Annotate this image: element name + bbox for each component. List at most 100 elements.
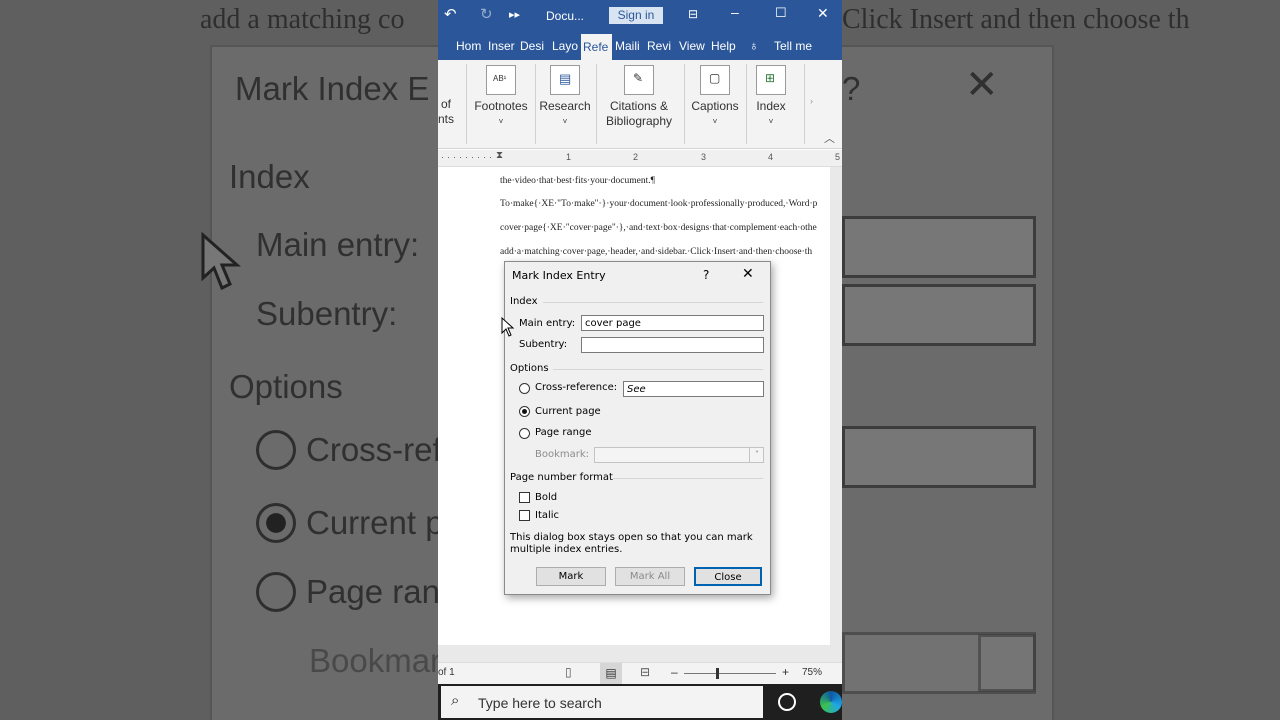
ribbon-scroll-right-icon[interactable]: › <box>810 96 813 106</box>
chevron-down-icon: ˅ <box>562 117 568 126</box>
doc-line[interactable]: cover·page{·XE·"cover·page"·},·and·text·… <box>500 223 830 233</box>
captions-label: Captions <box>691 99 739 113</box>
ribbon-separator <box>596 64 597 144</box>
divider <box>543 302 763 303</box>
bg-close-icon: ✕ <box>965 63 999 107</box>
close-window-icon[interactable]: ✕ <box>817 5 829 22</box>
research-group[interactable]: ▤ Research ˅ <box>538 60 592 129</box>
bibliography-label: Bibliography <box>605 114 673 128</box>
read-mode-icon[interactable]: ▯ <box>565 665 572 679</box>
collapse-ribbon-icon[interactable]: ︿ <box>824 130 835 146</box>
doc-line[interactable]: To·make{·XE·"To·make"·}·your·document·lo… <box>500 199 830 209</box>
zoom-in-icon[interactable]: + <box>782 665 789 679</box>
cross-reference-radio[interactable] <box>519 383 530 394</box>
ribbon-separator <box>684 64 685 144</box>
bookmark-select[interactable] <box>594 447 764 463</box>
tell-me-search[interactable]: Tell me <box>774 39 812 53</box>
search-icon: ⌕ <box>451 692 460 709</box>
page-range-radio[interactable] <box>519 428 530 439</box>
options-section-label: Options <box>510 363 549 374</box>
tab-review[interactable]: Revi <box>647 39 672 53</box>
bold-checkbox[interactable] <box>519 492 530 503</box>
close-dialog-icon[interactable]: ✕ <box>742 266 754 282</box>
tab-design[interactable]: Desi <box>520 39 545 53</box>
dialog-note-line2: multiple index entries. <box>510 544 623 555</box>
captions-group[interactable]: ▢ Captions ˅ <box>688 60 742 129</box>
chevron-down-icon: ˅ <box>712 117 718 126</box>
chevron-down-icon: ˅ <box>498 117 504 126</box>
page-info[interactable]: of 1 <box>438 667 455 678</box>
cross-reference-input[interactable]: See <box>623 381 764 397</box>
maximize-icon[interactable]: ☐ <box>775 5 787 21</box>
redo-icon[interactable]: ↻ <box>480 5 493 23</box>
bold-label: Bold <box>535 492 558 503</box>
tab-help[interactable]: Help <box>711 39 736 53</box>
word-window: ↶ ↻ ▸▸ Docu... Sign in ⊟ – ☐ ✕ Hom Inser… <box>438 0 842 720</box>
help-button[interactable]: ? <box>703 268 709 282</box>
research-icon: ▤ <box>550 65 580 95</box>
status-bar: of 1 ▯ ▤ ⊟ – + 75% <box>438 662 842 685</box>
minimize-icon[interactable]: – <box>731 4 739 20</box>
more-commands-icon[interactable]: ▸▸ <box>509 8 520 21</box>
indent-marker-icon[interactable]: ⧗ <box>496 150 503 161</box>
ribbon-separator <box>746 64 747 144</box>
document-title: Docu... <box>546 9 585 23</box>
ribbon-separator <box>466 64 467 144</box>
tab-home[interactable]: Hom <box>456 39 481 53</box>
subentry-input[interactable] <box>581 337 764 353</box>
edge-browser-icon[interactable] <box>820 691 842 713</box>
tab-layout[interactable]: Layo <box>552 39 578 53</box>
italic-checkbox[interactable] <box>519 510 530 521</box>
citations-label: Citations & <box>609 99 669 113</box>
ribbon-separator <box>535 64 536 144</box>
doc-line[interactable]: the·video·that·best·fits·your·document.¶ <box>500 176 830 186</box>
doc-line[interactable]: add·a·matching·cover·page,·header,·and·s… <box>500 247 830 257</box>
mark-index-entry-dialog: Mark Index Entry ? ✕ Index Main entry: c… <box>504 261 771 595</box>
toc-label: of <box>441 97 452 111</box>
taskbar-search[interactable]: ⌕ Type here to search <box>441 686 763 718</box>
zoom-slider-thumb[interactable] <box>716 668 719 679</box>
bg-subentry: Subentry: <box>256 295 398 332</box>
bg-cursor-icon <box>201 232 241 291</box>
zoom-level[interactable]: 75% <box>802 667 822 678</box>
bg-field <box>842 216 1036 278</box>
task-view-icon[interactable] <box>778 693 796 711</box>
ruler-mark: 3 <box>701 152 707 162</box>
tab-references[interactable]: Refe <box>581 34 612 60</box>
ruler-mark: 4 <box>768 152 774 162</box>
sign-in-button[interactable]: Sign in <box>609 7 663 24</box>
citations-group[interactable]: ✎ Citations & Bibliography <box>600 60 678 129</box>
dialog-note-line1: This dialog box stays open so that you c… <box>510 532 753 543</box>
tab-mailings[interactable]: Maili <box>615 39 641 53</box>
main-entry-label: Main entry: <box>519 318 576 329</box>
chevron-down-icon[interactable]: ˅ <box>749 448 764 462</box>
page-range-label: Page range <box>535 427 592 438</box>
close-button[interactable]: Close <box>694 567 762 586</box>
zoom-slider[interactable] <box>684 673 776 674</box>
current-page-radio[interactable] <box>519 406 530 417</box>
index-group[interactable]: ⊞ Index ˅ <box>750 60 792 129</box>
undo-icon[interactable]: ↶ <box>444 5 457 23</box>
page-number-format-label: Page number format <box>510 472 613 483</box>
bg-dropdown <box>978 634 1036 692</box>
mark-all-button[interactable]: Mark All <box>615 567 685 586</box>
main-entry-input[interactable]: cover page <box>581 315 764 331</box>
toc-group-partial[interactable]: of nts <box>438 60 458 127</box>
horizontal-ruler[interactable]: ········· ⧗ 1 2 3 4 5 <box>438 150 842 167</box>
zoom-out-icon[interactable]: – <box>671 665 678 679</box>
index-section-label: Index <box>510 296 538 307</box>
taskbar: ⌕ Type here to search <box>438 684 842 720</box>
ribbon-tabs: Hom Inser Desi Layo Refe Maili Revi View… <box>438 32 842 60</box>
italic-label: Italic <box>535 510 560 521</box>
dialog-title: Mark Index Entry <box>512 269 606 282</box>
print-layout-icon[interactable]: ▤ <box>600 663 622 684</box>
bg-dialog-title: Mark Index E <box>235 70 430 107</box>
divider <box>613 478 763 479</box>
footnotes-group[interactable]: AB¹ Footnotes ˅ <box>471 60 531 129</box>
tab-insert[interactable]: Inser <box>488 39 515 53</box>
web-layout-icon[interactable]: ⊟ <box>640 665 650 679</box>
ribbon-display-icon[interactable]: ⊟ <box>688 7 698 21</box>
toc-label-2: nts <box>438 112 455 126</box>
tab-view[interactable]: View <box>679 39 705 53</box>
mark-button[interactable]: Mark <box>536 567 606 586</box>
